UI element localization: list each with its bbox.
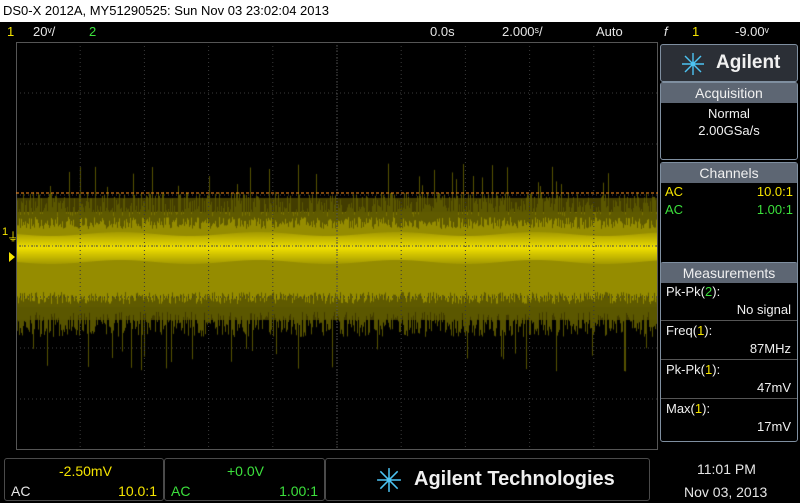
ch1-probe: 10.0:1 bbox=[756, 184, 793, 199]
bottom-bar: -2.50mV AC 10.0:1 +0.0V AC 1.00:1 Agilen… bbox=[0, 458, 800, 503]
ch2-softkey[interactable]: +0.0V AC 1.00:1 bbox=[164, 458, 325, 501]
measurement-item[interactable]: Max(1): 17mV bbox=[661, 400, 797, 436]
trigger-channel[interactable]: 1 bbox=[692, 22, 699, 42]
graticule bbox=[16, 42, 658, 450]
channels-header: Channels bbox=[661, 163, 797, 183]
ch1-offset: -2.50mV bbox=[59, 463, 112, 479]
divider bbox=[661, 320, 797, 321]
measurement-item[interactable]: Pk-Pk(1): 47mV bbox=[661, 361, 797, 397]
side-panel: Agilent Acquisition Normal 2.00GSa/s Cha… bbox=[660, 44, 798, 442]
measurement-label: Pk-Pk(1): bbox=[666, 362, 721, 377]
acquisition-mode: Normal bbox=[708, 106, 750, 121]
bottom-brand: Agilent Technologies bbox=[414, 468, 615, 490]
ch1-bottom-coupling: AC bbox=[11, 483, 31, 499]
acquisition-panel[interactable]: Acquisition Normal 2.00GSa/s bbox=[660, 82, 798, 160]
ch1-coupling: AC bbox=[665, 184, 684, 199]
ch2-bottom-probe: 1.00:1 bbox=[279, 483, 318, 499]
trigger-mode[interactable]: Auto bbox=[596, 22, 623, 42]
measurement-item[interactable]: Pk-Pk(2): No signal bbox=[661, 283, 797, 319]
measurement-label: Freq(1): bbox=[666, 323, 713, 338]
trigger-edge-icon: f bbox=[664, 24, 668, 39]
status-bar: 1 20ᵛ/ 2 0.0s 2.000ˢ/ Auto f 1 -9.00ᵛ bbox=[0, 22, 800, 42]
measurement-item[interactable]: Freq(1): 87MHz bbox=[661, 322, 797, 358]
acquisition-header: Acquisition bbox=[661, 83, 797, 103]
waveform-display[interactable] bbox=[16, 42, 658, 450]
time-delay[interactable]: 0.0s bbox=[430, 22, 455, 42]
measurement-value: No signal bbox=[736, 302, 791, 317]
brand-box: Agilent Technologies bbox=[325, 458, 650, 501]
ch1-ground-marker[interactable]: 1 ⏚ bbox=[0, 226, 19, 266]
measurements-panel[interactable]: Measurements Pk-Pk(2): No signal Freq(1)… bbox=[660, 262, 798, 442]
measurement-value: 47mV bbox=[757, 380, 791, 395]
measurement-label: Max(1): bbox=[666, 401, 711, 416]
agilent-spark-icon bbox=[682, 53, 704, 75]
side-brand: Agilent bbox=[716, 52, 781, 73]
channels-panel[interactable]: Channels AC 10.0:1 AC 1.00:1 bbox=[660, 162, 798, 270]
clock-time: 11:01 PM bbox=[697, 461, 756, 477]
divider bbox=[661, 359, 797, 360]
time-scale[interactable]: 2.000ˢ/ bbox=[502, 22, 543, 42]
divider bbox=[661, 398, 797, 399]
ch1-scale[interactable]: 20ᵛ/ bbox=[33, 22, 55, 42]
ch1-bottom-probe: 10.0:1 bbox=[118, 483, 157, 499]
agilent-spark-icon bbox=[377, 468, 401, 492]
ch1-softkey[interactable]: -2.50mV AC 10.0:1 bbox=[4, 458, 164, 501]
ch2-bottom-coupling: AC bbox=[171, 483, 191, 499]
channel-row[interactable]: AC 10.0:1 bbox=[661, 183, 797, 201]
measurement-value: 17mV bbox=[757, 419, 791, 434]
ch1-offset-arrow-icon bbox=[9, 252, 15, 262]
window-title: DS0-X 2012A, MY51290525: Sun Nov 03 23:0… bbox=[0, 0, 800, 22]
ch2-coupling: AC bbox=[665, 202, 684, 217]
agilent-logo-box: Agilent bbox=[660, 44, 798, 82]
measurement-value: 87MHz bbox=[749, 341, 791, 356]
ch2-number[interactable]: 2 bbox=[89, 22, 96, 42]
ch2-probe: 1.00:1 bbox=[756, 202, 793, 217]
sample-rate: 2.00GSa/s bbox=[698, 123, 760, 138]
clock-date: Nov 03, 2013 bbox=[684, 484, 768, 500]
ch1-number[interactable]: 1 bbox=[7, 22, 14, 42]
channel-row[interactable]: AC 1.00:1 bbox=[661, 201, 797, 219]
ch2-offset: +0.0V bbox=[227, 463, 264, 479]
trigger-level[interactable]: -9.00ᵛ bbox=[735, 22, 769, 42]
measurement-label: Pk-Pk(2): bbox=[666, 284, 721, 299]
measurements-header: Measurements bbox=[661, 263, 797, 283]
